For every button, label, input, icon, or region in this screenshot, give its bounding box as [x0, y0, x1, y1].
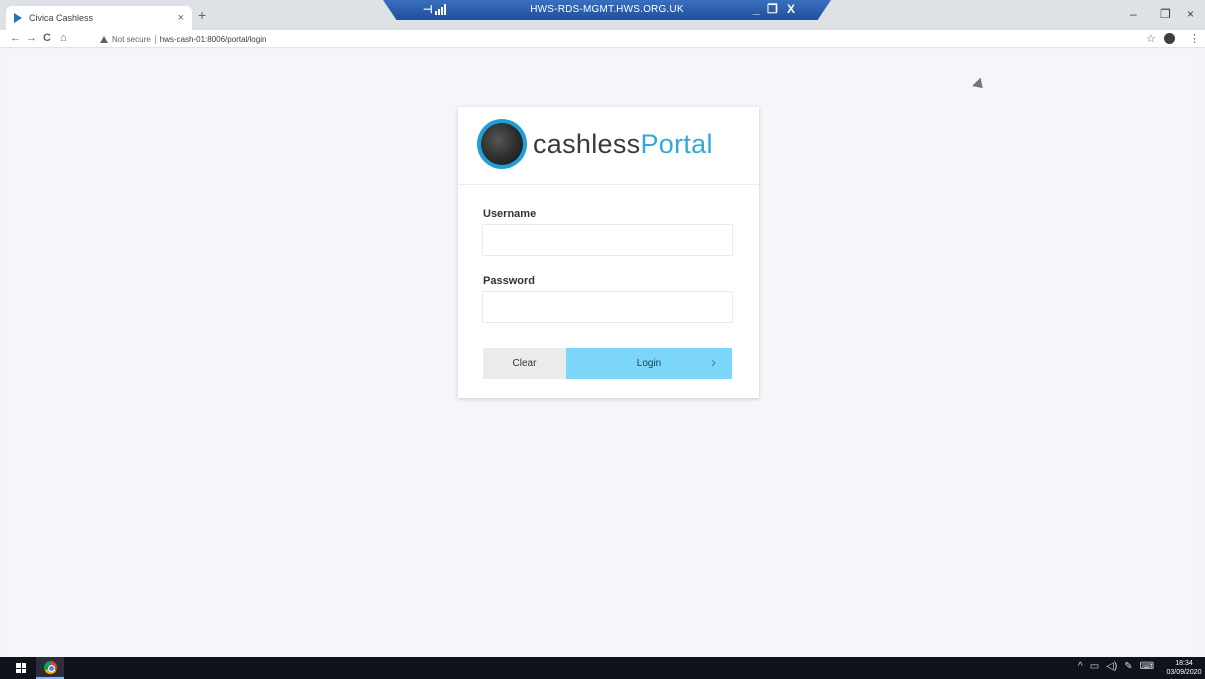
rdp-connection-bar: ⊣ HWS-RDS-MGMT.HWS.ORG.UK _ ❐ X: [383, 0, 831, 20]
window-restore-button[interactable]: ❐: [1160, 7, 1171, 21]
browser-tab[interactable]: Civica Cashless ×: [6, 6, 192, 30]
logo-text-portal: Portal: [640, 128, 713, 159]
browser-tab-strip: Civica Cashless × + ⊣ HWS-RDS-MGMT.HWS.O…: [0, 0, 1205, 30]
card-divider: [458, 184, 759, 185]
chevron-right-icon: ›: [711, 354, 716, 371]
window-minimize-button[interactable]: –: [1130, 7, 1137, 21]
login-card: cashlessPortal Username Password Clear L…: [458, 107, 759, 398]
windows-taskbar: ^ ▭ ◁) ✎ ⌨ 18:34 03/09/2020: [0, 657, 1205, 679]
back-icon[interactable]: ←: [10, 32, 21, 44]
rdp-restore-button[interactable]: ❐: [767, 2, 778, 16]
clock-time: 18:34: [1175, 660, 1193, 667]
pen-icon[interactable]: ✎: [1124, 661, 1132, 672]
url-text[interactable]: hws-cash-01:8006/portal/login: [160, 35, 267, 44]
chrome-taskbar-icon[interactable]: [36, 657, 64, 679]
password-input[interactable]: [482, 291, 733, 323]
menu-icon[interactable]: ⋮: [1189, 32, 1200, 45]
clock-date: 03/09/2020: [1166, 669, 1202, 676]
rdp-minimize-button[interactable]: _: [753, 2, 760, 16]
not-secure-label: Not secure: [112, 34, 151, 44]
home-icon[interactable]: ⌂: [60, 32, 67, 44]
cashless-portal-logo: cashlessPortal: [477, 119, 713, 169]
tab-close-icon[interactable]: ×: [178, 12, 184, 24]
play-icon: [14, 13, 22, 23]
username-input[interactable]: [482, 224, 733, 256]
tab-title: Civica Cashless: [29, 13, 94, 23]
network-icon[interactable]: ▭: [1090, 661, 1099, 672]
rdp-host-title: HWS-RDS-MGMT.HWS.ORG.UK: [530, 4, 684, 15]
warning-icon: [100, 35, 108, 43]
clear-button[interactable]: Clear: [483, 348, 566, 379]
system-tray: ^ ▭ ◁) ✎ ⌨: [1078, 661, 1154, 672]
window-close-button[interactable]: ×: [1187, 7, 1194, 21]
keyboard-icon[interactable]: ⌨: [1140, 661, 1154, 672]
new-tab-button[interactable]: +: [198, 7, 206, 23]
forward-icon[interactable]: →: [26, 32, 37, 44]
bookmark-star-icon[interactable]: ☆: [1146, 32, 1156, 45]
address-bar[interactable]: Not secure hws-cash-01:8006/portal/login: [100, 32, 266, 46]
password-label: Password: [483, 275, 535, 287]
login-button-label: Login: [636, 358, 662, 369]
profile-icon[interactable]: [1164, 33, 1175, 44]
taskbar-clock[interactable]: 18:34 03/09/2020: [1166, 659, 1202, 677]
rdp-close-button[interactable]: X: [787, 2, 795, 16]
logo-orb-icon: [477, 119, 527, 169]
address-separator: [154, 34, 156, 44]
logo-text-cashless: cashless: [533, 128, 641, 159]
login-button[interactable]: Login ›: [566, 348, 732, 379]
reload-icon[interactable]: C: [43, 32, 51, 44]
logo-text: cashlessPortal: [533, 129, 713, 160]
username-label: Username: [483, 208, 537, 220]
windows-start-icon[interactable]: [16, 663, 26, 673]
tray-expand-icon[interactable]: ^: [1078, 661, 1083, 672]
browser-toolbar: ← → C ⌂ Not secure hws-cash-01:8006/port…: [0, 30, 1205, 48]
volume-icon[interactable]: ◁): [1106, 661, 1117, 672]
